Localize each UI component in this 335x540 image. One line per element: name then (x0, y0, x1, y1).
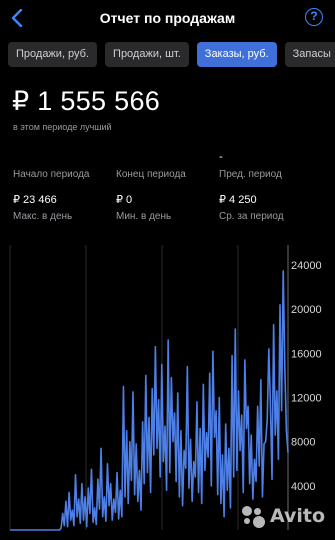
min-per-day-label: Мин. в день (116, 211, 172, 222)
tab-sales-units[interactable]: Продажи, шт. (105, 42, 189, 67)
avito-watermark: Avito (240, 504, 325, 528)
y-tick-label: 16000 (291, 348, 322, 360)
total-note: в этом периоде лучший (13, 122, 112, 132)
tab-sales-rub[interactable]: Продажи, руб. (8, 42, 98, 67)
y-tick-label: 4000 (291, 481, 315, 493)
y-tick-label: 12000 (291, 393, 322, 405)
max-per-day-label: Макс. в день (13, 211, 73, 222)
y-tick-label: 20000 (291, 304, 322, 316)
avg-per-period-value: ₽ 4 250 (219, 194, 257, 206)
tab-orders-rub[interactable]: Заказы, руб. (196, 42, 277, 67)
prev-period-value: - (219, 151, 223, 163)
y-tick-label: 24000 (291, 260, 322, 272)
help-button[interactable]: ? (305, 8, 323, 26)
orders-line-chart[interactable]: 24000 20000 16000 12000 8000 4000 (0, 240, 335, 540)
orders-series-line (10, 270, 289, 531)
watermark-text: Avito (269, 505, 325, 527)
y-tick-label: 8000 (291, 437, 315, 449)
header-bar: Отчет по продажам ? (0, 0, 335, 38)
total-value: ₽ 1 555 566 (12, 86, 161, 116)
prev-period-label: Пред. период (219, 169, 282, 180)
tab-stock[interactable]: Запасы (284, 42, 335, 67)
period-end-label: Конец периода (116, 169, 186, 180)
min-per-day-value: ₽ 0 (116, 194, 133, 206)
avito-logo-icon (240, 504, 266, 528)
period-start-label: Начало периода (13, 169, 90, 180)
tab-bar: Продажи, руб. Продажи, шт. Заказы, руб. … (8, 42, 335, 68)
avg-per-period-label: Ср. за период (219, 211, 284, 222)
page-title: Отчет по продажам (99, 10, 236, 26)
max-per-day-value: ₽ 23 466 (13, 194, 57, 206)
